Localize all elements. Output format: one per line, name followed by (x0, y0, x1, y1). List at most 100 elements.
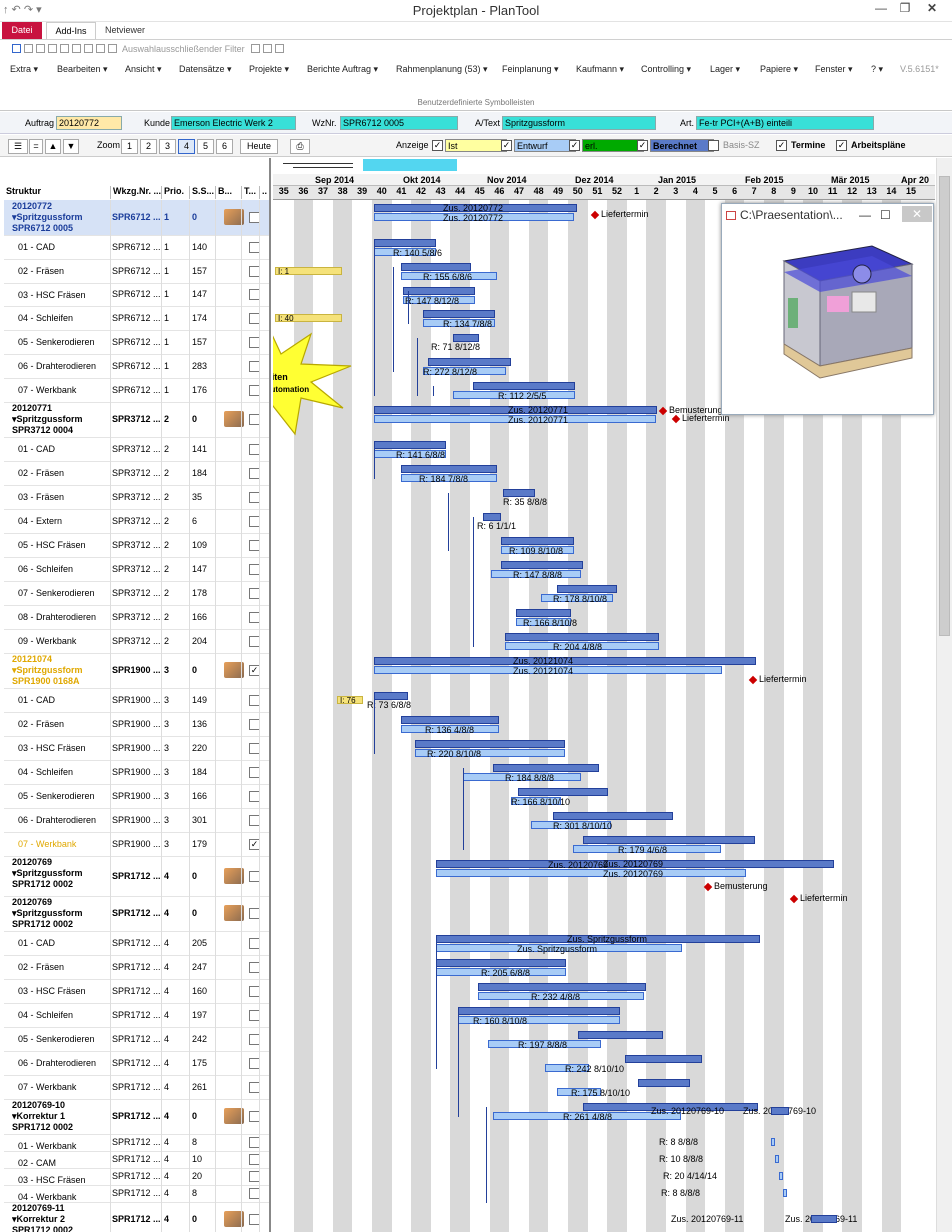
option-checkbox-2[interactable]: ✓ (569, 140, 580, 151)
zoom-button-1[interactable]: 1 (121, 139, 138, 154)
row-name[interactable]: 01 - CAD (18, 444, 116, 455)
row-name[interactable]: 06 - Drahterodieren (18, 1058, 116, 1069)
ribbon-menu-6[interactable]: Rahmenplanung (53) ▾ (396, 64, 488, 75)
wznr-field[interactable]: SPR6712 0005 (340, 116, 458, 130)
option-checkbox-5[interactable]: ✓ (776, 140, 787, 151)
popup-minimize-icon[interactable]: — (859, 204, 871, 226)
gantt-bar-planned[interactable] (553, 812, 673, 820)
korrektur-step-bar[interactable] (779, 1172, 783, 1180)
vertical-scrollbar[interactable] (936, 158, 952, 1232)
row-name[interactable]: 07 - Werkbank (18, 839, 116, 850)
row-name[interactable]: 20120769 ▾Spritzgussform SPR1712 0002 (12, 857, 110, 890)
gantt-bar-planned[interactable] (478, 983, 646, 991)
tab-netviewer[interactable]: Netviewer (100, 22, 150, 39)
ribbon-menu-4[interactable]: Projekte ▾ (249, 64, 289, 75)
gantt-bar-planned[interactable] (501, 561, 583, 569)
binoculars-icon[interactable] (36, 44, 45, 53)
gantt-bar-planned[interactable] (415, 740, 565, 748)
printer-icon[interactable] (275, 44, 285, 53)
zoom-button-4[interactable]: 4 (178, 139, 195, 154)
row-name[interactable]: 03 - HSC Fräsen (18, 290, 116, 301)
equal-button[interactable]: = (29, 139, 43, 154)
gantt-bar-planned[interactable] (625, 1055, 702, 1063)
auftrag-field[interactable]: 20120772 (56, 116, 122, 130)
ribbon-menu-1[interactable]: Bearbeiten ▾ (57, 64, 108, 75)
row-name[interactable]: 06 - Drahterodieren (18, 815, 116, 826)
row-name[interactable]: 20120772 ▾Spritzgussform SPR6712 0005 (12, 201, 110, 234)
row-name[interactable]: 02 - Fräsen (18, 719, 116, 730)
gantt-bar-planned[interactable] (505, 633, 659, 641)
gantt-bar-planned[interactable] (638, 1079, 690, 1087)
gantt-bar-planned[interactable] (516, 609, 571, 617)
row-name[interactable]: 03 - HSC Fräsen (18, 743, 116, 754)
atext-field[interactable]: Spritzgussform (502, 116, 656, 130)
gantt-bar-planned[interactable] (401, 263, 471, 271)
gantt-bar-planned[interactable] (403, 287, 475, 295)
move-down-button[interactable]: ▼ (63, 139, 79, 154)
gantt-bar-planned[interactable] (578, 1031, 663, 1039)
korrektur-step-bar[interactable] (783, 1189, 787, 1197)
column-header-0[interactable]: Struktur (4, 186, 111, 199)
filter-icon[interactable] (108, 44, 117, 53)
row-name[interactable]: 03 - Fräsen (18, 492, 116, 503)
row-name[interactable]: 05 - Senkerodieren (18, 791, 116, 802)
row-name[interactable]: 03 - HSC Fräsen (18, 986, 116, 997)
gantt-bar-planned[interactable] (374, 239, 436, 247)
gantt-bar-planned[interactable] (453, 334, 479, 342)
row-name[interactable]: 06 - Schleifen (18, 564, 116, 575)
row-name[interactable]: 20120771 ▾Spritzgussform SPR3712 0004 (12, 403, 110, 436)
row-name[interactable]: 05 - HSC Fräsen (18, 540, 116, 551)
ribbon-menu-8[interactable]: Kaufmann ▾ (576, 64, 624, 75)
ist-bar[interactable]: I: 40 (275, 314, 342, 323)
popup-maximize-icon[interactable]: ☐ (880, 204, 891, 226)
row-name[interactable]: 02 - Fräsen (18, 468, 116, 479)
option-checkbox-4[interactable] (708, 140, 719, 151)
ribbon-menu-2[interactable]: Ansicht ▾ (125, 64, 162, 75)
column-header-3[interactable]: S.S... (190, 186, 216, 199)
gantt-bar-planned[interactable] (428, 358, 511, 366)
ist-bar[interactable]: I: 1 (275, 267, 342, 276)
gantt-bar-planned[interactable] (458, 1007, 620, 1015)
zoom-button-3[interactable]: 3 (159, 139, 176, 154)
gantt-bar-planned[interactable] (501, 537, 574, 545)
heute-button[interactable]: Heute (240, 139, 278, 154)
undo-icon[interactable] (60, 44, 69, 53)
table-icon[interactable] (24, 44, 33, 53)
option-checkbox-1[interactable]: ✓ (501, 140, 512, 151)
ribbon-menu-13[interactable]: ? ▾ (871, 64, 883, 75)
row-name[interactable]: 04 - Extern (18, 516, 116, 527)
sort-asc-icon[interactable] (84, 44, 93, 53)
row-name[interactable]: 04 - Schleifen (18, 313, 116, 324)
copy-icon[interactable] (72, 44, 81, 53)
column-header-6[interactable]: .. (260, 186, 269, 199)
ribbon-menu-9[interactable]: Controlling ▾ (641, 64, 691, 75)
row-name[interactable]: 20121074 ▾Spritzgussform SPR1900 0168A (12, 654, 110, 687)
korrektur-step-bar[interactable] (775, 1155, 779, 1163)
zoom-button-2[interactable]: 2 (140, 139, 157, 154)
row-name[interactable]: 02 - Fräsen (18, 962, 116, 973)
gantt-bar-planned[interactable] (401, 465, 497, 473)
milestone-diamond[interactable] (590, 210, 600, 220)
row-name[interactable]: 20120769 ▾Spritzgussform SPR1712 0002 (12, 897, 110, 930)
korrektur-bar[interactable] (811, 1215, 837, 1223)
print-preview-icon[interactable] (48, 44, 57, 53)
row-name[interactable]: 07 - Werkbank (18, 1082, 116, 1093)
korrektur-step-bar[interactable] (771, 1138, 775, 1146)
scroll-thumb[interactable] (939, 176, 950, 636)
overview-scroll-thumb[interactable] (363, 159, 457, 171)
gantt-bar-planned[interactable] (518, 788, 608, 796)
gantt-bar-planned[interactable] (436, 959, 566, 967)
column-header-2[interactable]: Prio. (162, 186, 190, 199)
print-icon[interactable]: ⎙ (290, 139, 310, 154)
row-name[interactable]: 02 - Fräsen (18, 266, 116, 277)
preview-popup-window[interactable]: C:\Praesentation\... — ☐ ✕ (721, 203, 934, 415)
view-toggle-button[interactable]: ☰ (8, 139, 28, 154)
row-name[interactable]: 01 - CAD (18, 938, 116, 949)
popup-close-icon[interactable]: ✕ (902, 206, 932, 222)
milestone-diamond[interactable] (671, 414, 681, 424)
korrektur-bar[interactable] (771, 1107, 789, 1115)
ribbon-menu-12[interactable]: Fenster ▾ (815, 64, 853, 75)
row-name[interactable]: 04 - Schleifen (18, 1010, 116, 1021)
row-name[interactable]: 01 - CAD (18, 695, 116, 706)
milestone-diamond[interactable] (748, 675, 758, 685)
